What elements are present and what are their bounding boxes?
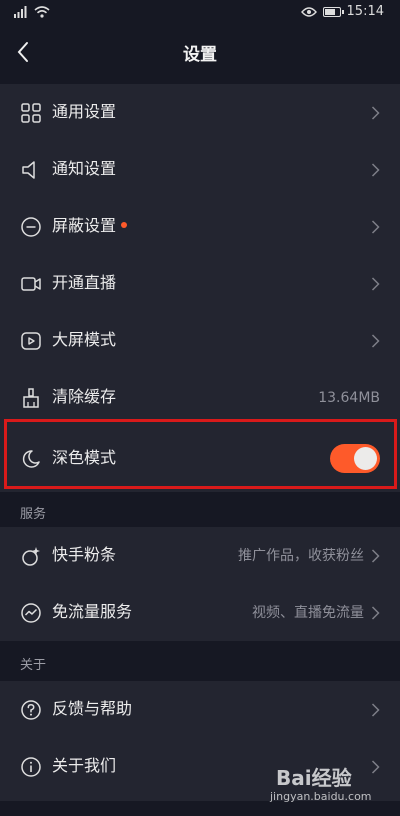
status-right: 15:14 xyxy=(300,4,384,19)
row-label: 反馈与帮助 xyxy=(52,699,133,718)
watermark-logo: Bai经验 xyxy=(276,766,352,790)
section-header-services: 服务 xyxy=(0,492,400,530)
row-label-text: 屏蔽设置 xyxy=(52,216,117,235)
row-big-screen-mode[interactable]: 大屏模式 xyxy=(0,312,400,369)
chevron-right-icon xyxy=(371,106,380,120)
row-label: 清除缓存 xyxy=(52,387,117,406)
chevron-right-icon xyxy=(371,220,380,234)
row-label: 屏蔽设置 xyxy=(52,216,128,236)
toggle-knob xyxy=(354,447,377,470)
row-label: 大屏模式 xyxy=(52,330,117,349)
play-screen-icon xyxy=(21,332,41,350)
cache-size-value: 13.64MB xyxy=(318,390,380,406)
row-clear-cache[interactable]: 清除缓存 13.64MB xyxy=(0,369,400,426)
nav-bar: 设置 xyxy=(0,26,400,80)
row-block-settings[interactable]: 屏蔽设置 xyxy=(0,198,400,255)
trend-circle-icon xyxy=(21,603,41,623)
new-dot-badge xyxy=(121,222,128,228)
speaker-icon xyxy=(22,161,35,179)
info-circle-icon xyxy=(21,757,41,777)
row-promote-fans[interactable]: 快手粉条 推广作品，收获粉丝 xyxy=(0,527,400,584)
row-general-settings[interactable]: 通用设置 xyxy=(0,84,400,141)
row-value: 推广作品，收获粉丝 xyxy=(238,548,364,564)
minus-circle-icon xyxy=(21,217,41,237)
row-label: 关于我们 xyxy=(52,756,117,775)
status-bar: 15:14 xyxy=(0,0,400,26)
chevron-right-icon xyxy=(371,703,380,717)
battery-fill xyxy=(324,8,335,15)
row-label: 开通直播 xyxy=(52,273,117,292)
row-open-live[interactable]: 开通直播 xyxy=(0,255,400,312)
chevron-right-icon xyxy=(371,334,380,348)
row-label: 深色模式 xyxy=(52,448,117,467)
eye-icon xyxy=(300,6,317,17)
watermark-site: jingyan.baidu.com xyxy=(270,790,372,803)
question-circle-icon xyxy=(21,700,41,720)
baidu-jingyan-watermark: Bai经验 jingyan.baidu.com xyxy=(270,760,390,806)
section-title: 关于 xyxy=(20,658,47,673)
settings-group: 通用设置 通知设置 屏蔽设置 开通直播 大屏模式 清除缓存 13.64MB 深色… xyxy=(0,84,400,492)
chevron-right-icon xyxy=(371,163,380,177)
row-notification-settings[interactable]: 通知设置 xyxy=(0,141,400,198)
chevron-right-icon xyxy=(371,549,380,563)
signal-icon xyxy=(14,6,27,18)
section-header-about: 关于 xyxy=(0,643,400,681)
row-label: 通用设置 xyxy=(52,102,117,121)
row-label: 快手粉条 xyxy=(52,545,117,564)
wifi-icon xyxy=(34,6,50,18)
row-label: 免流量服务 xyxy=(52,602,133,621)
video-camera-icon xyxy=(21,277,41,291)
broom-icon xyxy=(23,388,39,408)
row-feedback-help[interactable]: 反馈与帮助 xyxy=(0,681,400,738)
status-time: 15:14 xyxy=(346,4,384,19)
row-value: 视频、直播免流量 xyxy=(252,605,364,621)
page-title: 设置 xyxy=(183,45,217,65)
row-free-data-service[interactable]: 免流量服务 视频、直播免流量 xyxy=(0,584,400,641)
moon-icon xyxy=(22,450,40,468)
row-label: 通知设置 xyxy=(52,159,117,178)
status-left xyxy=(14,6,50,18)
sparkle-icon xyxy=(22,547,40,566)
row-dark-mode[interactable]: 深色模式 xyxy=(0,426,400,492)
grid-icon xyxy=(21,103,41,123)
battery-icon xyxy=(322,6,344,17)
section-title: 服务 xyxy=(20,507,47,522)
chevron-right-icon xyxy=(371,606,380,620)
dark-mode-toggle[interactable] xyxy=(330,444,380,473)
chevron-right-icon xyxy=(371,277,380,291)
services-group: 快手粉条 推广作品，收获粉丝 免流量服务 视频、直播免流量 xyxy=(0,527,400,641)
